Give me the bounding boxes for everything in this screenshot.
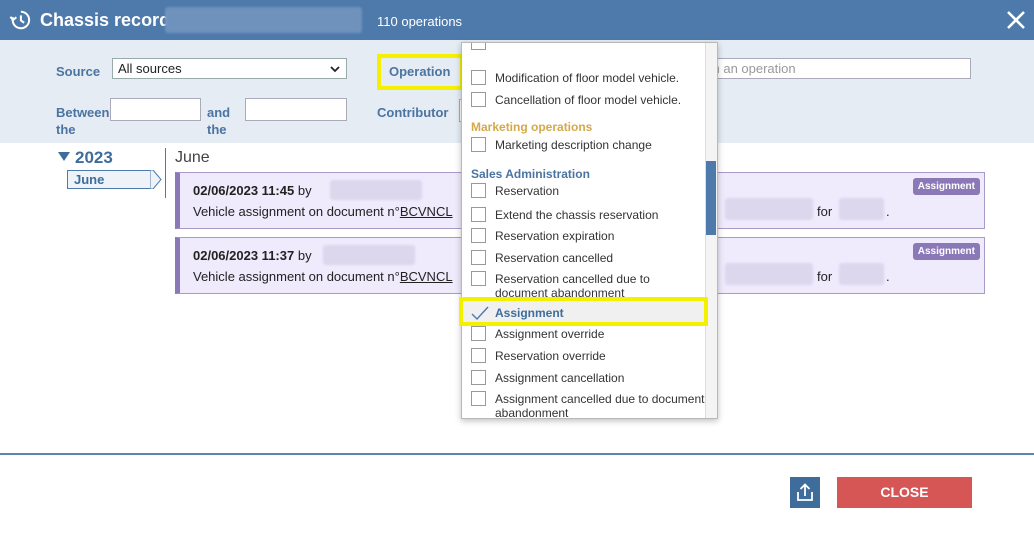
operation-dropdown[interactable]: Modification of floor model vehicle. Can…: [461, 42, 718, 419]
month-tab-june[interactable]: June: [67, 170, 153, 189]
assignment-highlight: [459, 297, 708, 326]
source-select-value: All sources: [118, 61, 182, 76]
checkbox[interactable]: [471, 391, 486, 406]
scrollbar-thumb[interactable]: [706, 161, 716, 235]
chevron-down-icon: [330, 66, 340, 73]
checkbox[interactable]: [471, 183, 486, 198]
dialog-title: Chassis record: [40, 10, 171, 30]
checkbox[interactable]: [471, 250, 486, 265]
operations-count: 110 operations: [377, 14, 463, 29]
export-icon: [797, 483, 813, 501]
redacted-text: [725, 198, 813, 220]
month-tab-arrow: [150, 170, 162, 189]
card-for: for: [817, 269, 833, 284]
checkbox[interactable]: [471, 92, 486, 107]
history-icon: [9, 10, 31, 30]
close-button[interactable]: CLOSE: [837, 477, 972, 508]
checkbox[interactable]: [471, 207, 486, 222]
checkbox[interactable]: [471, 43, 486, 50]
assignment-badge: Assignment: [912, 243, 980, 260]
redacted-text: [725, 263, 813, 285]
contributor-label: Contributor: [377, 105, 449, 120]
checkbox[interactable]: [471, 137, 486, 152]
redacted-customer: [839, 263, 884, 285]
redacted-user: [323, 245, 415, 265]
source-label: Source: [56, 64, 101, 79]
timeline-line: [165, 148, 166, 198]
assignment-badge: Assignment: [912, 178, 980, 195]
year-toggle[interactable]: 2023: [58, 148, 113, 168]
card-end-dot: .: [886, 204, 890, 219]
source-select[interactable]: All sources: [112, 58, 347, 79]
card-datetime: 02/06/2023 11:45 by: [193, 183, 312, 198]
close-icon[interactable]: [1003, 7, 1029, 33]
checkbox[interactable]: [471, 70, 486, 85]
footer-divider: [0, 453, 1034, 455]
group-marketing: Marketing operations: [471, 120, 593, 134]
redacted-chassis-id: [165, 7, 362, 33]
card-datetime: 02/06/2023 11:37 by: [193, 248, 312, 263]
checkbox[interactable]: [471, 348, 486, 363]
checkbox[interactable]: [471, 228, 486, 243]
redacted-user: [330, 180, 422, 200]
window-header: Chassis record 110 operations: [0, 0, 1034, 40]
month-heading: June: [175, 149, 210, 166]
redacted-customer: [839, 198, 884, 220]
group-sales-administration: Sales Administration: [471, 167, 590, 181]
card-end-dot: .: [886, 269, 890, 284]
card-for: for: [817, 204, 833, 219]
checkbox[interactable]: [471, 326, 486, 341]
date-from-input[interactable]: [110, 98, 201, 121]
between-label: Between the: [56, 105, 110, 137]
triangle-down-icon: [58, 152, 70, 161]
and-label: and the: [207, 105, 231, 137]
card-description: Vehicle assignment on document n°BCVNCL: [193, 204, 453, 219]
export-button[interactable]: [790, 477, 820, 508]
date-to-input[interactable]: [245, 98, 347, 121]
checkbox[interactable]: [471, 271, 486, 286]
search-input[interactable]: [697, 58, 971, 79]
checkbox[interactable]: [471, 370, 486, 385]
operation-label[interactable]: Operation: [389, 63, 450, 80]
dropdown-scrollbar[interactable]: [705, 43, 717, 418]
card-description: Vehicle assignment on document n°BCVNCL: [193, 269, 453, 284]
